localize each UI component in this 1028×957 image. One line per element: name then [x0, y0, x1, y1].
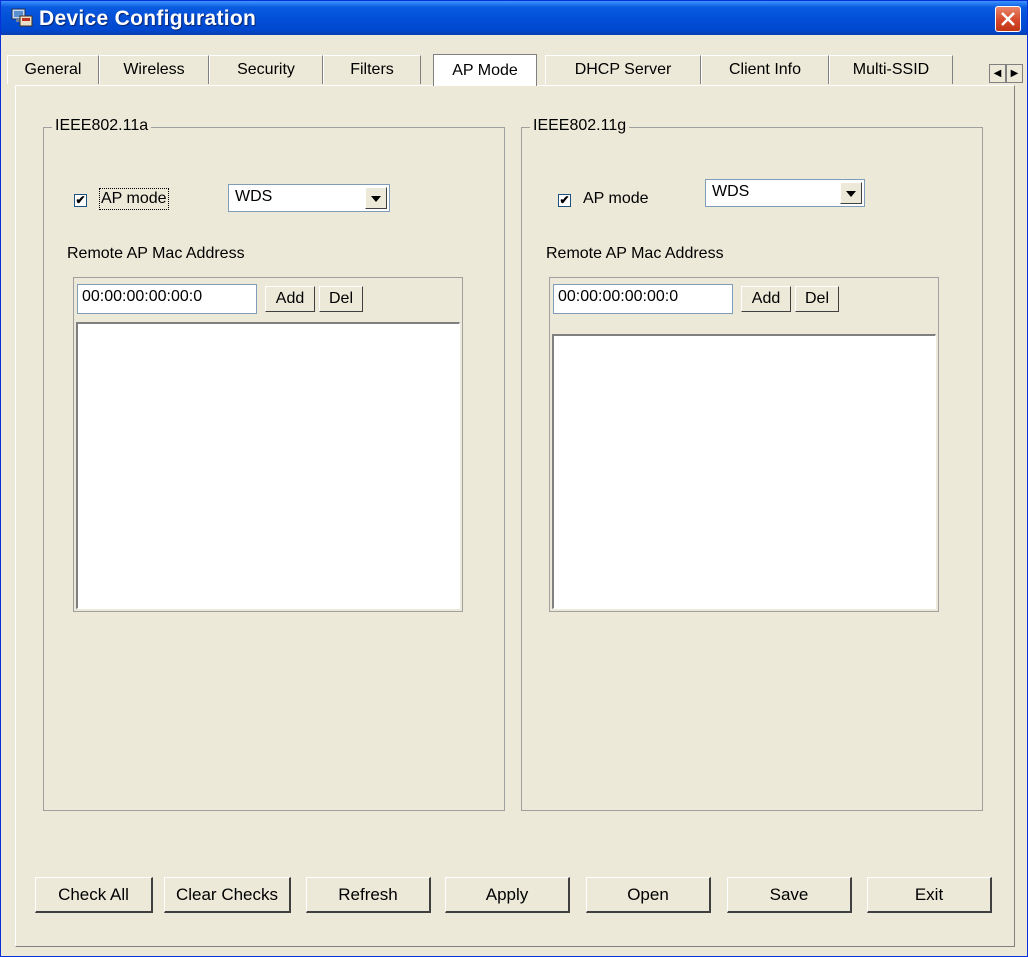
tab-label: Multi-SSID	[852, 61, 930, 78]
exit-button[interactable]: Exit	[867, 877, 992, 913]
mode-select-a[interactable]: WDS	[228, 184, 390, 212]
ap-mode-label-a: AP mode	[99, 188, 169, 210]
tab-wireless[interactable]: Wireless	[99, 55, 209, 84]
tab-ap-mode[interactable]: AP Mode	[433, 54, 537, 86]
add-mac-button-a[interactable]: Add	[265, 286, 315, 312]
del-mac-button-a[interactable]: Del	[319, 286, 363, 312]
refresh-button[interactable]: Refresh	[306, 877, 431, 913]
remote-ap-mac-label-a: Remote AP Mac Address	[67, 245, 245, 262]
remote-ap-mac-label-g: Remote AP Mac Address	[546, 245, 724, 262]
close-button[interactable]	[995, 6, 1021, 32]
tab-label: General	[24, 61, 82, 78]
device-config-icon	[11, 8, 33, 28]
arrow-left-icon: ◀	[993, 68, 1002, 79]
add-mac-button-g[interactable]: Add	[741, 286, 791, 312]
tab-label: Filters	[350, 61, 394, 78]
tab-scroll-left-button[interactable]: ◀	[989, 64, 1006, 83]
ap-mode-label-g: AP mode	[583, 190, 649, 207]
mode-select-g[interactable]: WDS	[705, 179, 865, 207]
tab-client-info[interactable]: Client Info	[701, 55, 829, 84]
tab-label: Client Info	[728, 61, 802, 78]
tab-scroll-right-button[interactable]: ▶	[1006, 64, 1023, 83]
group-title: IEEE802.11a	[52, 117, 152, 135]
mac-address-input-g[interactable]: 00:00:00:00:00:0	[553, 284, 733, 314]
check-all-button[interactable]: Check All	[35, 877, 153, 913]
mac-address-list-g[interactable]	[552, 334, 936, 609]
chevron-down-icon[interactable]	[365, 187, 387, 209]
mac-address-list-a[interactable]	[76, 322, 460, 609]
save-button[interactable]: Save	[727, 877, 852, 913]
window-title: Device Configuration	[39, 7, 257, 30]
mode-select-value: WDS	[712, 183, 750, 200]
open-button[interactable]: Open	[586, 877, 711, 913]
tab-label: Security	[237, 61, 295, 78]
mac-address-input-a[interactable]: 00:00:00:00:00:0	[77, 284, 257, 314]
group-title: IEEE802.11g	[530, 117, 630, 135]
tab-label: DHCP Server	[574, 61, 672, 78]
del-mac-button-g[interactable]: Del	[795, 286, 839, 312]
chevron-down-icon[interactable]	[840, 182, 862, 204]
mode-select-value: WDS	[235, 188, 273, 205]
clear-checks-button[interactable]: Clear Checks	[164, 877, 291, 913]
arrow-right-icon: ▶	[1010, 68, 1019, 79]
tab-label: AP Mode	[452, 61, 518, 79]
tab-multi-ssid[interactable]: Multi-SSID	[829, 55, 953, 84]
apply-button[interactable]: Apply	[445, 877, 570, 913]
tab-general[interactable]: General	[7, 55, 99, 84]
ap-mode-checkbox-a[interactable]: ✔	[74, 194, 87, 207]
tab-dhcp-server[interactable]: DHCP Server	[545, 55, 701, 84]
tab-security[interactable]: Security	[209, 55, 323, 84]
ap-mode-checkbox-g[interactable]: ✔	[558, 194, 571, 207]
close-icon	[1001, 12, 1015, 26]
tab-label: Wireless	[123, 61, 185, 78]
tab-filters[interactable]: Filters	[323, 55, 421, 84]
title-bar[interactable]: Device Configuration	[1, 1, 1027, 35]
device-configuration-window: Device Configuration General Wireless Se…	[0, 0, 1028, 957]
